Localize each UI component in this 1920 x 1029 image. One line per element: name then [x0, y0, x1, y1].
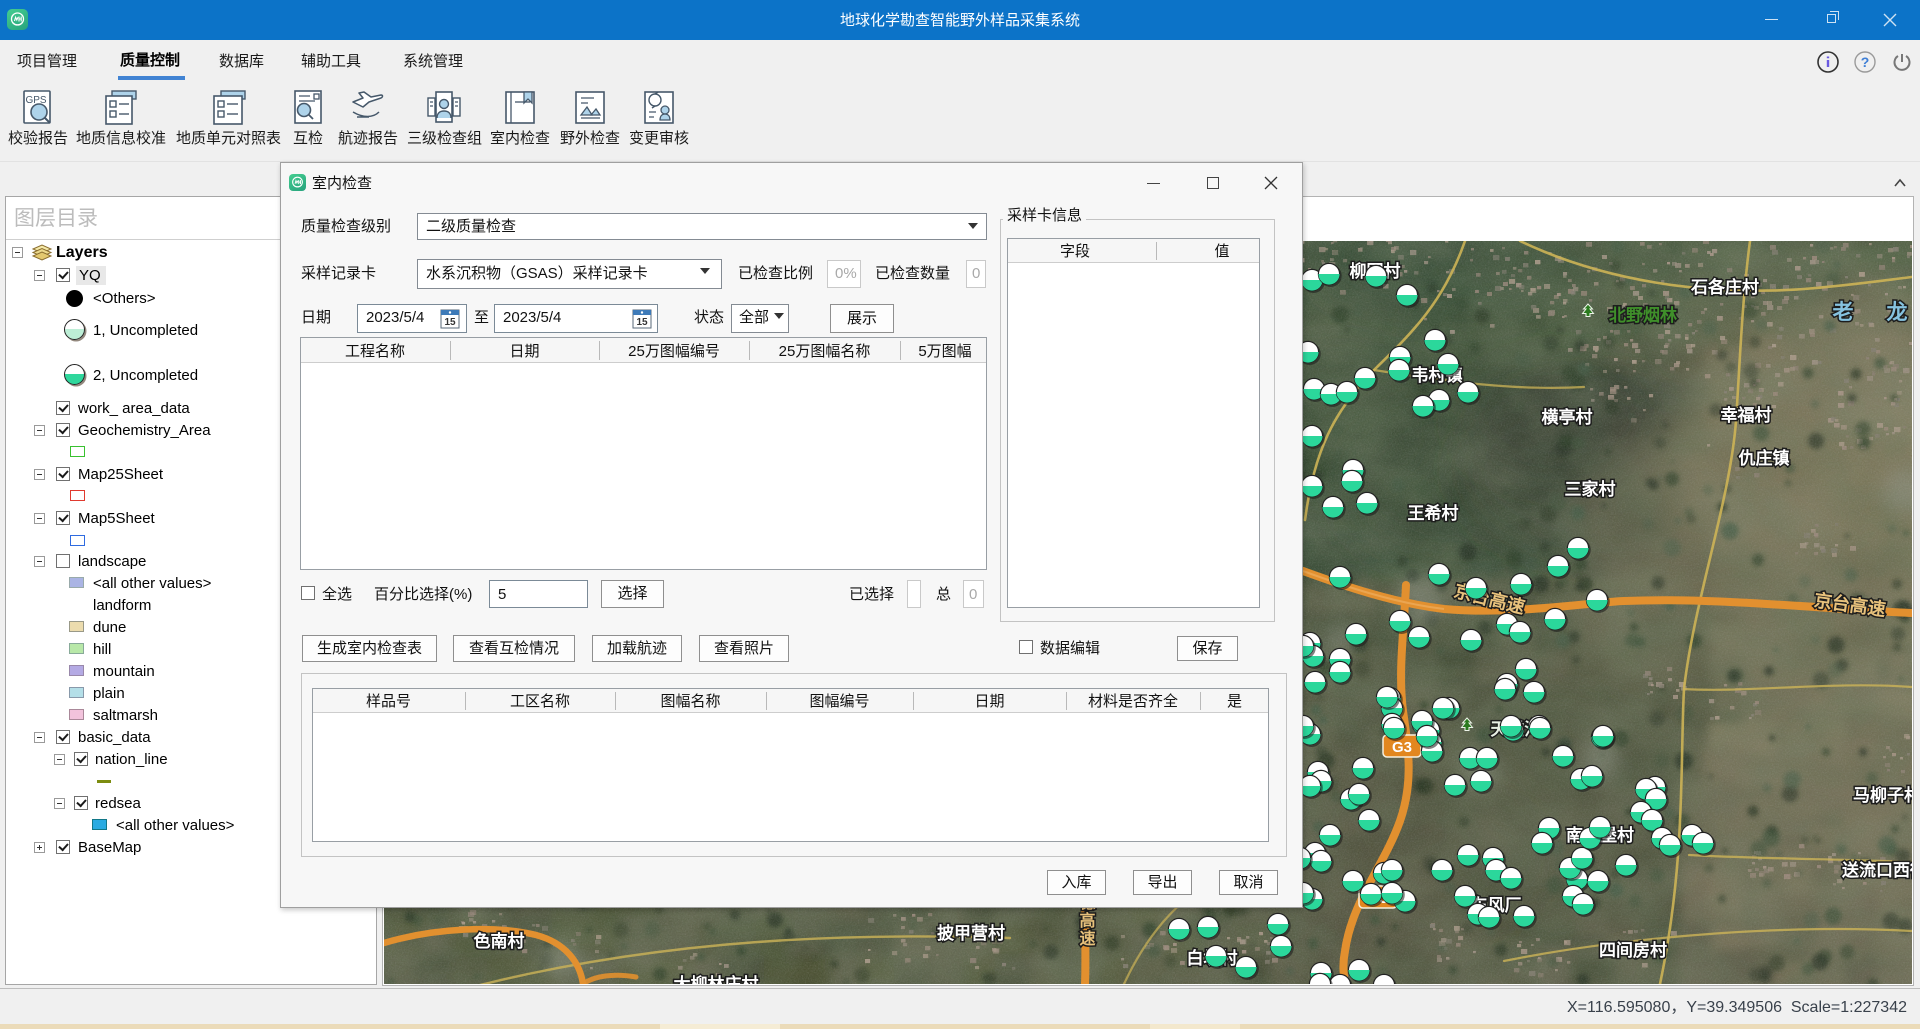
svg-text:三家村: 三家村 [1565, 479, 1616, 499]
svg-text:老: 老 [1833, 301, 1854, 324]
svg-text:G3: G3 [1392, 739, 1412, 756]
svg-text:?: ? [1861, 54, 1870, 70]
svg-text:仇庄镇: 仇庄镇 [1739, 448, 1790, 468]
svg-text:王希村: 王希村 [1408, 503, 1459, 523]
svg-text:色南村: 色南村 [474, 931, 525, 951]
svg-text:大柳林庄村: 大柳林庄村 [674, 974, 759, 984]
svg-text:石各庄村: 石各庄村 [1690, 277, 1759, 297]
svg-text:四间房村: 四间房村 [1599, 940, 1667, 960]
svg-text:送流口西街村: 送流口西街村 [1842, 860, 1912, 880]
svg-text:龙: 龙 [1887, 300, 1908, 324]
svg-text:北野烟林: 北野烟林 [1609, 305, 1677, 325]
svg-text:横亭村: 横亭村 [1542, 407, 1593, 427]
svg-text:15: 15 [636, 317, 648, 328]
svg-text:15: 15 [444, 317, 456, 328]
svg-text:马柳子村: 马柳子村 [1853, 785, 1912, 805]
svg-text:幸福村: 幸福村 [1721, 405, 1772, 425]
svg-text:披甲营村: 披甲营村 [937, 923, 1005, 943]
